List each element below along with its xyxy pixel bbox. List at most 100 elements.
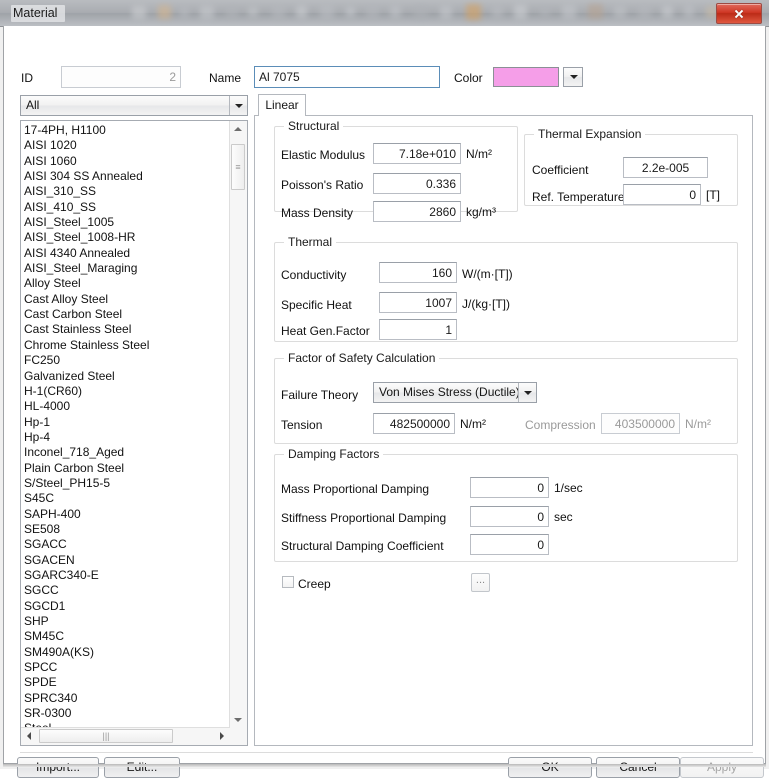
mass-density-unit: kg/m³	[466, 205, 496, 219]
list-item[interactable]: SPCC	[24, 660, 230, 675]
mass-density-field[interactable]: 2860	[373, 201, 461, 222]
scroll-left-button[interactable]	[21, 728, 37, 744]
conductivity-label: Conductivity	[281, 268, 347, 282]
list-item[interactable]: Hp-1	[24, 415, 230, 430]
list-item[interactable]: AISI_Steel_Maraging	[24, 261, 230, 276]
thermal-group-caption: Thermal	[284, 235, 337, 249]
list-item[interactable]: FC250	[24, 353, 230, 368]
scroll-up-button[interactable]	[230, 121, 246, 137]
list-item[interactable]: Chrome Stainless Steel	[24, 338, 230, 353]
conductivity-field[interactable]: 160	[379, 262, 457, 283]
list-item[interactable]: SGCD1	[24, 599, 230, 614]
list-item[interactable]: AISI 304 SS Annealed	[24, 169, 230, 184]
specific-heat-field[interactable]: 1007	[379, 292, 457, 313]
mass-proportional-damping-unit: 1/sec	[554, 481, 583, 495]
mass-proportional-damping-field[interactable]: 0	[470, 477, 549, 498]
name-field[interactable]: Al 7075	[254, 66, 440, 88]
blurred-toolbar-backdrop	[0, 0, 769, 26]
scroll-down-button[interactable]	[230, 712, 246, 728]
horizontal-scroll-thumb[interactable]: |||	[39, 729, 173, 743]
creep-options-button[interactable]: ...	[471, 573, 490, 592]
compression-field: 403500000	[601, 413, 680, 434]
heat-gen-factor-field[interactable]: 1	[379, 319, 457, 340]
cancel-button[interactable]: Cancel	[596, 757, 680, 778]
ref-temperature-field[interactable]: 0	[623, 184, 701, 205]
material-list-items: 17-4PH, H1100 AISI 1020 AISI 1060 AISI 304 …	[21, 121, 230, 728]
list-item[interactable]: SAPH-400	[24, 507, 230, 522]
listbox-vertical-scrollbar[interactable]: ≡	[229, 121, 247, 728]
stiffness-proportional-damping-unit: sec	[554, 510, 573, 524]
color-swatch-button[interactable]	[493, 67, 559, 87]
list-item[interactable]: SPDE	[24, 675, 230, 690]
id-field[interactable]: 2	[61, 66, 181, 88]
list-item[interactable]: Hp-4	[24, 430, 230, 445]
failure-theory-label: Failure Theory	[281, 388, 359, 402]
coefficient-field[interactable]: 2.2e-005	[623, 157, 708, 178]
list-item[interactable]: SGACC	[24, 537, 230, 552]
list-item[interactable]: H-1(CR60)	[24, 384, 230, 399]
list-item[interactable]: SGACEN	[24, 553, 230, 568]
name-label: Name	[209, 71, 242, 85]
coefficient-label: Coefficient	[532, 163, 589, 177]
tab-linear[interactable]: Linear	[258, 94, 306, 116]
list-item[interactable]: Inconel_718_Aged	[24, 445, 230, 460]
thermal-expansion-group-caption: Thermal Expansion	[534, 127, 646, 141]
triangle-left-icon	[27, 732, 31, 740]
category-filter-value: All	[26, 98, 40, 112]
list-item[interactable]: SM45C	[24, 629, 230, 644]
category-filter-combo[interactable]: All	[20, 95, 248, 116]
list-item[interactable]: Galvanized Steel	[24, 369, 230, 384]
listbox-horizontal-scrollbar[interactable]: |||	[21, 727, 230, 745]
creep-checkbox[interactable]	[282, 576, 294, 588]
list-item[interactable]: SR-0300	[24, 706, 230, 721]
triangle-down-icon	[234, 718, 242, 722]
list-item[interactable]: SHP	[24, 614, 230, 629]
ok-button[interactable]: OK	[508, 757, 592, 778]
list-item[interactable]: Cast Stainless Steel	[24, 322, 230, 337]
list-item[interactable]: Cast Carbon Steel	[24, 307, 230, 322]
list-item[interactable]: Plain Carbon Steel	[24, 461, 230, 476]
vertical-scroll-thumb[interactable]: ≡	[231, 144, 245, 190]
list-item[interactable]: SGARC340-E	[24, 568, 230, 583]
window-bottom-shadow	[3, 764, 766, 767]
list-item[interactable]: AISI_410_SS	[24, 200, 230, 215]
list-item[interactable]: Alloy Steel	[24, 276, 230, 291]
list-item[interactable]: AISI_Steel_1005	[24, 215, 230, 230]
chevron-down-icon	[523, 390, 532, 395]
tension-field[interactable]: 482500000	[373, 413, 455, 434]
dialog-client-area: ID 2 Name Al 7075 Color All 17-4PH, H110…	[3, 26, 766, 778]
list-item[interactable]: SPRC340	[24, 691, 230, 706]
list-item[interactable]: AISI 1060	[24, 154, 230, 169]
failure-theory-combo[interactable]: Von Mises Stress (Ductile)	[373, 382, 537, 403]
material-dialog-window: Material ID 2 Name Al 7075 Color All 17-…	[0, 0, 769, 778]
material-listbox[interactable]: 17-4PH, H1100 AISI 1020 AISI 1060 AISI 304 …	[20, 120, 248, 746]
creep-label: Creep	[298, 577, 331, 591]
list-item[interactable]: AISI_Steel_1008-HR	[24, 230, 230, 245]
grip-icon: |||	[102, 730, 110, 741]
poissons-ratio-label: Poisson's Ratio	[281, 178, 364, 192]
list-item[interactable]: SE508	[24, 522, 230, 537]
list-item[interactable]: 17-4PH, H1100	[24, 123, 230, 138]
list-item[interactable]: SGCC	[24, 583, 230, 598]
list-item[interactable]: AISI 4340 Annealed	[24, 246, 230, 261]
stiffness-proportional-damping-field[interactable]: 0	[470, 506, 549, 527]
list-item[interactable]: Cast Alloy Steel	[24, 292, 230, 307]
list-item[interactable]: S/Steel_PH15-5	[24, 476, 230, 491]
tension-unit: N/m²	[460, 417, 486, 431]
elastic-modulus-field[interactable]: 7.18e+010	[373, 143, 461, 164]
list-item[interactable]: HL-4000	[24, 399, 230, 414]
edit-button[interactable]: Edit...	[104, 757, 180, 778]
scroll-right-button[interactable]	[214, 728, 230, 744]
damping-factors-group-caption: Damping Factors	[284, 447, 384, 461]
import-button[interactable]: Import...	[17, 757, 99, 778]
list-item[interactable]: SM490A(KS)	[24, 645, 230, 660]
color-dropdown-button[interactable]	[563, 67, 583, 87]
structural-damping-coefficient-field[interactable]: 0	[470, 534, 549, 555]
list-item[interactable]: AISI_310_SS	[24, 184, 230, 199]
list-item[interactable]: S45C	[24, 491, 230, 506]
list-item[interactable]: AISI 1020	[24, 138, 230, 153]
poissons-ratio-field[interactable]: 0.336	[373, 173, 461, 194]
ref-temperature-unit: [T]	[706, 188, 720, 202]
close-icon[interactable]	[716, 3, 762, 24]
compression-unit: N/m²	[685, 417, 711, 431]
